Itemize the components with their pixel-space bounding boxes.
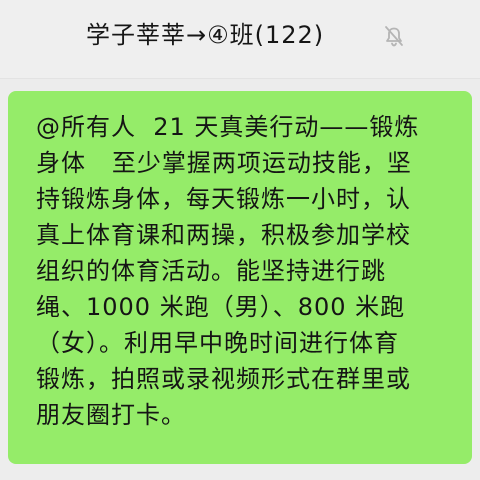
- chat-title-bar: 学子莘莘→④班(122): [0, 0, 480, 79]
- message-bubble[interactable]: @所有人 21 天真美行动——锻炼 身体 至少掌握两项运动技能，坚 持锻炼身体，…: [8, 91, 472, 464]
- message-row: @所有人 21 天真美行动——锻炼 身体 至少掌握两项运动技能，坚 持锻炼身体，…: [0, 90, 480, 480]
- chat-screen: 学子莘莘→④班(122) @所有人 21 天真美行动——锻炼 身体 至少掌握两项…: [0, 0, 480, 480]
- message-text: @所有人 21 天真美行动——锻炼 身体 至少掌握两项运动技能，坚 持锻炼身体，…: [36, 113, 420, 429]
- group-chat-title[interactable]: 学子莘莘→④班(122): [86, 18, 324, 52]
- bell-off-icon: [383, 24, 405, 48]
